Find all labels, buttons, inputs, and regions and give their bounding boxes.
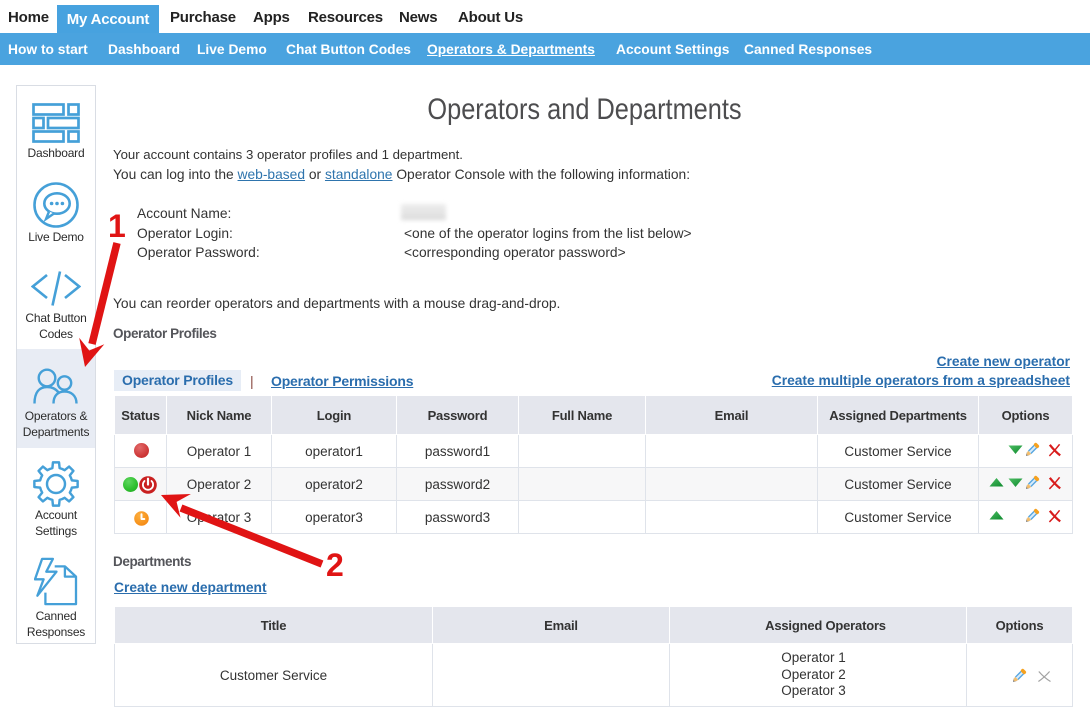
- svg-text:2: 2: [326, 547, 344, 583]
- svg-text:1: 1: [108, 208, 126, 244]
